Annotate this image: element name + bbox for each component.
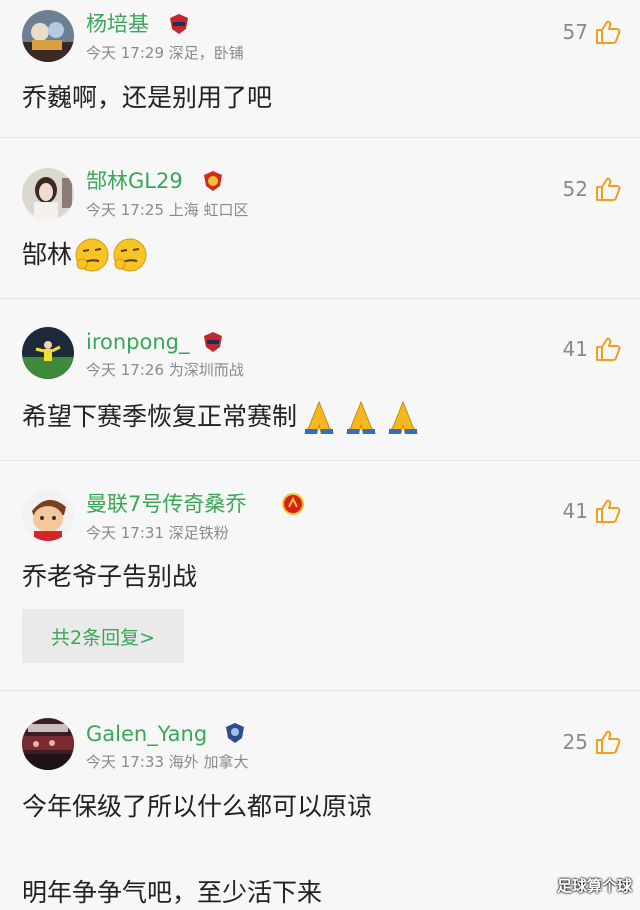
comment-text: 乔老爷子告别战 bbox=[22, 561, 197, 593]
user-avatar[interactable] bbox=[22, 168, 74, 220]
comment-text-line2: 明年争争气吧，至少活下来 bbox=[22, 877, 322, 909]
comment-text-content: 郜林 bbox=[22, 240, 73, 269]
comment-text-content: 明年争争气吧，至少活下来 bbox=[22, 878, 323, 907]
comment-text-content: 今年保级了所以什么都可以原谅 bbox=[22, 792, 373, 821]
view-replies-button[interactable]: 共2条回复> bbox=[22, 609, 184, 663]
soccer-player-avatar-icon bbox=[22, 327, 74, 379]
like-count: 41 bbox=[562, 499, 588, 523]
comment-meta: 今天 17:26 为深圳而战 bbox=[86, 361, 244, 379]
user-avatar[interactable] bbox=[22, 10, 74, 62]
thumbs-up-icon bbox=[596, 177, 621, 201]
comment-meta: 今天 17:25 上海 虹口区 bbox=[86, 201, 249, 219]
girl-photo-avatar-icon bbox=[22, 168, 74, 220]
comment-text: 郜林 bbox=[22, 237, 148, 273]
like-count: 25 bbox=[562, 730, 588, 754]
username[interactable]: 曼联7号传奇桑乔 bbox=[86, 491, 246, 517]
cartoon-face-avatar-icon bbox=[22, 489, 74, 541]
comment-meta: 今天 17:33 海外 加拿大 bbox=[86, 753, 249, 771]
username[interactable]: 杨培基 bbox=[86, 11, 149, 37]
like-button[interactable]: 25 bbox=[563, 728, 622, 756]
comment-text: 希望下赛季恢复正常赛制 bbox=[22, 399, 421, 435]
comment-text-content: 乔老爷子告别战 bbox=[22, 562, 198, 591]
comment-item: 杨培基 今天 17:29 深足，卧铺 57 乔巍啊，还是别用了吧 bbox=[0, 0, 640, 138]
praying-hands-emoji-icon bbox=[346, 400, 376, 434]
comment-text-content: 希望下赛季恢复正常赛制 bbox=[22, 402, 298, 431]
bear-figurine-avatar-icon bbox=[22, 10, 74, 62]
comment-text: 乔巍啊，还是别用了吧 bbox=[22, 82, 272, 114]
watermark: 足球算个球 bbox=[556, 877, 632, 895]
like-button[interactable]: 57 bbox=[563, 18, 622, 46]
shenzhen-fc-badge-icon bbox=[168, 13, 190, 35]
like-count: 41 bbox=[562, 337, 588, 361]
praying-hands-emoji-icon bbox=[304, 400, 334, 434]
username[interactable]: ironpong_ bbox=[86, 329, 189, 355]
like-button[interactable]: 52 bbox=[563, 175, 622, 203]
thumbs-up-icon bbox=[596, 20, 621, 44]
stadium-crowd-avatar-icon bbox=[22, 718, 74, 770]
thumbs-up-icon bbox=[596, 730, 621, 754]
username[interactable]: 郜林GL29 bbox=[86, 168, 183, 194]
comment-item: ironpong_ 今天 17:26 为深圳而战 41 希望下赛季恢复正常赛制 bbox=[0, 299, 640, 461]
like-count: 57 bbox=[562, 20, 588, 44]
guangzhou-fc-badge-icon bbox=[202, 170, 224, 192]
comment-text: 今年保级了所以什么都可以原谅 bbox=[22, 791, 372, 823]
shenzhen-fc-badge-icon bbox=[202, 331, 224, 353]
smirk-emoji-icon bbox=[113, 238, 147, 272]
like-button[interactable]: 41 bbox=[563, 497, 622, 525]
comment-meta: 今天 17:31 深足铁粉 bbox=[86, 524, 229, 542]
thumbs-up-icon bbox=[596, 337, 621, 361]
user-avatar[interactable] bbox=[22, 718, 74, 770]
comment-meta: 今天 17:29 深足，卧铺 bbox=[86, 44, 244, 62]
comment-item: 郜林GL29 今天 17:25 上海 虹口区 52 郜林 bbox=[0, 138, 640, 299]
comment-text-content: 乔巍啊，还是别用了吧 bbox=[22, 83, 273, 112]
comment-item: 曼联7号传奇桑乔 今天 17:31 深足铁粉 41 乔老爷子告别战 共2条回复> bbox=[0, 461, 640, 691]
username[interactable]: Galen_Yang bbox=[86, 721, 207, 747]
user-avatar[interactable] bbox=[22, 327, 74, 379]
comment-item: Galen_Yang 今天 17:33 海外 加拿大 25 今年保级了所以什么都… bbox=[0, 691, 640, 910]
like-button[interactable]: 41 bbox=[563, 335, 622, 363]
user-avatar[interactable] bbox=[22, 489, 74, 541]
manchester-united-badge-icon bbox=[282, 493, 304, 515]
thumbs-up-icon bbox=[596, 499, 621, 523]
club-shield-badge-icon bbox=[224, 722, 246, 744]
like-count: 52 bbox=[562, 177, 588, 201]
smirk-emoji-icon bbox=[75, 238, 109, 272]
praying-hands-emoji-icon bbox=[388, 400, 418, 434]
